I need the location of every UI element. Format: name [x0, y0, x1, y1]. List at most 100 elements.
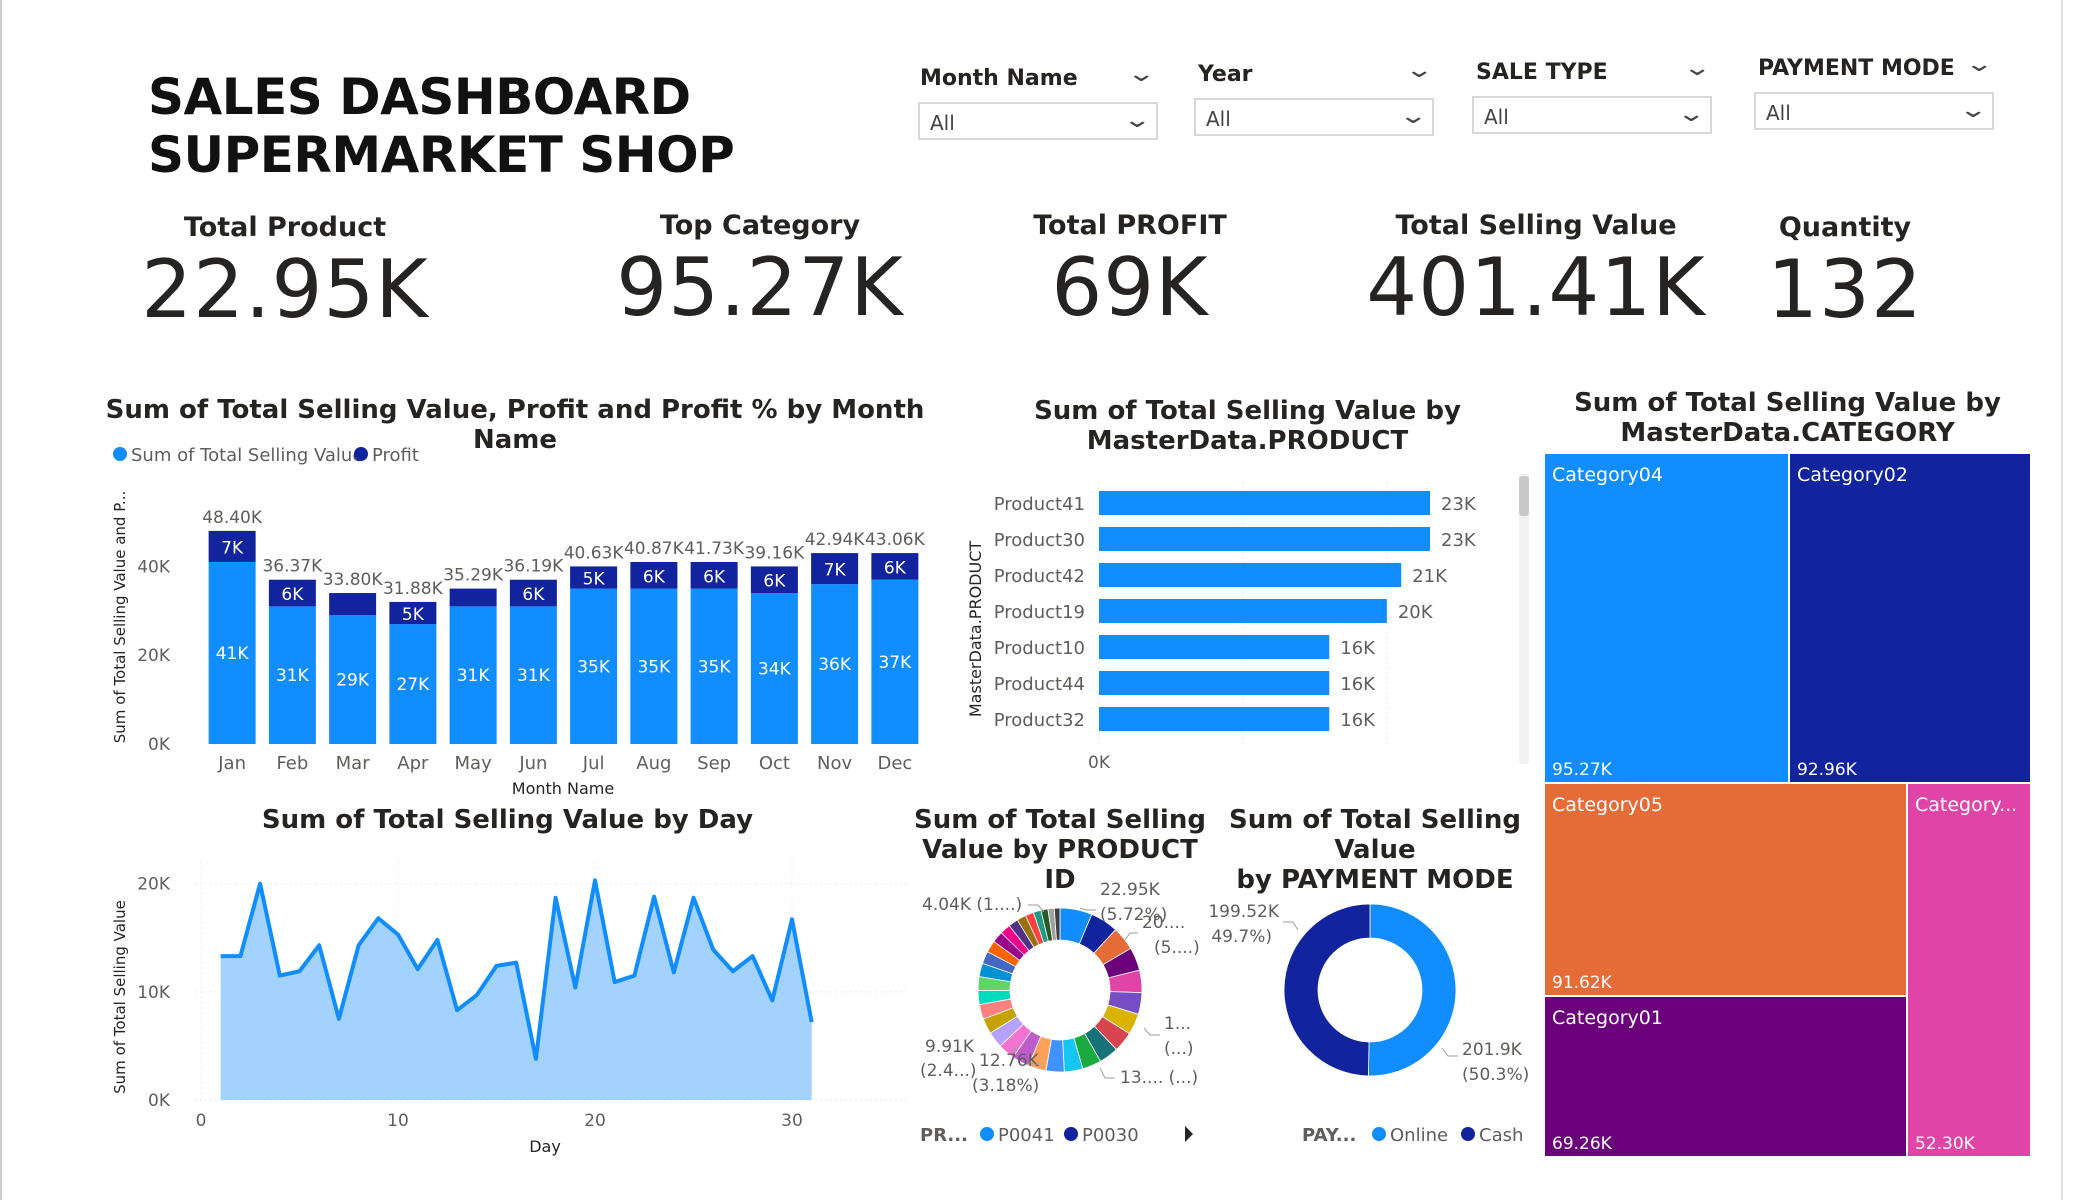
x-tick-label: Nov — [817, 753, 852, 774]
kpi-value: 132 — [1767, 243, 1923, 336]
x-tick-label: Dec — [877, 753, 912, 774]
area-fill — [220, 880, 812, 1100]
bar-label-profit: 6K — [703, 567, 726, 587]
x-tick-label: Feb — [276, 753, 308, 774]
bar-label-profit: 6K — [281, 585, 304, 605]
month-name-dropdown[interactable]: All ⌄ — [918, 102, 1158, 140]
treemap-tile — [1545, 454, 1788, 782]
data-label: 4.04K (1....) — [922, 895, 1022, 915]
y-tick-label: Product44 — [994, 674, 1085, 695]
y-tick-label: Product19 — [994, 602, 1085, 623]
bar-label-selling: 27K — [396, 675, 430, 695]
bar-total-label: 48.40K — [202, 508, 263, 528]
bar-total-label: 40.87K — [624, 539, 685, 559]
data-label: 13.... (...) — [1120, 1068, 1198, 1088]
bar-label-selling: 31K — [276, 666, 310, 686]
x-tick-label: 0 — [196, 1111, 207, 1131]
product-chart[interactable]: Sum of Total Selling Value by MasterData… — [955, 392, 1540, 782]
bar — [1099, 635, 1330, 659]
chevron-down-icon: ⌄ — [1398, 104, 1428, 129]
x-tick-label: 10 — [387, 1111, 409, 1131]
x-tick-label: Jun — [518, 753, 547, 774]
data-label: 9.91K — [925, 1037, 975, 1057]
data-label: (3.18%) — [972, 1076, 1039, 1096]
slicer-month-name: Month Name ⌄ All ⌄ — [918, 62, 1158, 152]
product-chart-svg: Product41 23K Product30 23K Product42 21K Prod… — [966, 474, 1529, 773]
data-label: 201.9K — [1462, 1040, 1523, 1060]
kpi-label: Total PROFIT — [1033, 210, 1227, 241]
leader-line — [1099, 1067, 1115, 1079]
x-axis-label: Month Name — [512, 779, 614, 798]
month-chart-svg: Sum of Total Selling Value Profit 0K 20K 40K… — [111, 445, 926, 798]
x-tick-label: 30 — [781, 1111, 803, 1131]
y-axis-label: MasterData.PRODUCT — [966, 541, 985, 717]
leader-line — [1124, 932, 1138, 941]
year-dropdown[interactable]: All ⌄ — [1194, 98, 1434, 136]
bar-label-selling: 31K — [457, 666, 491, 686]
bar-label-selling: 41K — [216, 644, 250, 664]
legend-label: Online — [1390, 1125, 1448, 1146]
title-line-1: SALES DASHBOARD — [148, 68, 691, 126]
bar-label-profit: 6K — [643, 567, 666, 587]
y-axis-label: Sum of Total Selling Value — [111, 900, 129, 1094]
x-axis-label: Day — [529, 1137, 561, 1156]
y-tick-label: 0K — [148, 1091, 171, 1111]
bar-label-selling: 35K — [577, 657, 611, 677]
y-tick-label: 40K — [137, 557, 171, 577]
bar-label-profit: 6K — [763, 572, 786, 592]
x-tick-label: Apr — [397, 753, 429, 774]
x-tick-label: Sep — [697, 753, 731, 774]
bar-label-profit: 5K — [402, 605, 425, 625]
bar-total-label: 40.63K — [564, 543, 625, 563]
scrollbar-thumb — [1519, 476, 1529, 516]
leader-line — [1143, 1027, 1160, 1036]
bar-label-selling: 34K — [758, 660, 792, 680]
x-tick-label: Mar — [336, 753, 371, 774]
treemap-tile-name: Category04 — [1552, 464, 1663, 486]
chevron-down-icon[interactable]: ⌄ — [1964, 52, 1994, 77]
treemap-tile-value: 69.26K — [1552, 1134, 1613, 1154]
data-label: (...) — [1164, 1039, 1193, 1059]
bar-profit — [329, 593, 377, 616]
bar — [1099, 707, 1330, 731]
payment-mode-donut-svg: 201.9K (50.3%) 199.52K (49.7%) PAY... Online C… — [1210, 902, 1529, 1146]
day-chart[interactable]: Sum of Total Selling Value by Day 0K 10K 2… — [100, 800, 930, 1170]
y-tick-label: Product41 — [994, 494, 1085, 515]
y-tick-label: 10K — [137, 983, 171, 1003]
slicer-sale-type: SALE TYPE ⌄ All ⌄ — [1472, 56, 1712, 146]
legend-marker-selling — [113, 447, 127, 461]
bar-label-profit: 5K — [583, 570, 606, 590]
chevron-down-icon[interactable]: ⌄ — [1126, 62, 1156, 87]
data-label: 1... — [1164, 1014, 1191, 1034]
bar-total-label: 35.29K — [443, 566, 504, 586]
category-treemap[interactable]: Sum of Total Selling Value by MasterData… — [1545, 384, 2030, 1156]
bar-total-label: 33.80K — [323, 570, 384, 590]
sale-type-dropdown[interactable]: All ⌄ — [1472, 96, 1712, 134]
bar — [1099, 491, 1430, 515]
bar-total-label: 43.06K — [865, 530, 926, 550]
month-chart[interactable]: Sum of Total Selling Value, Profit and P… — [100, 392, 930, 802]
data-label: (49.7%) — [1210, 927, 1272, 947]
day-chart-svg: 0K 10K 20K 0 10 20 30 Day Sum of Total Selling V… — [111, 862, 910, 1156]
chevron-down-icon[interactable]: ⌄ — [1404, 58, 1434, 83]
bar-label: 16K — [1340, 638, 1376, 659]
y-tick-label: Product30 — [994, 530, 1085, 551]
treemap-tile-value: 92.96K — [1797, 760, 1858, 780]
chevron-down-icon: ⌄ — [1676, 102, 1706, 127]
data-label: (5....) — [1154, 938, 1200, 958]
y-tick-label: 20K — [137, 875, 171, 895]
y-tick-label: 20K — [137, 646, 171, 666]
bar-label-selling: 35K — [637, 657, 671, 677]
payment-mode-donut[interactable]: Sum of Total Selling Value by PAYMENT MO… — [1210, 800, 1540, 1160]
x-tick-label: Aug — [636, 753, 671, 774]
data-label: (50.3%) — [1462, 1065, 1529, 1085]
legend-marker — [980, 1127, 994, 1141]
chevron-down-icon[interactable]: ⌄ — [1682, 56, 1712, 81]
slicer-label: SALE TYPE — [1476, 60, 1608, 85]
bar-label: 21K — [1412, 566, 1448, 587]
dropdown-value: All — [930, 111, 955, 135]
payment-mode-dropdown[interactable]: All ⌄ — [1754, 92, 1994, 130]
chevron-down-icon: ⌄ — [1122, 108, 1152, 133]
bar — [1099, 563, 1402, 587]
product-id-donut[interactable]: Sum of Total Selling Value by PRODUCT ID… — [910, 800, 1210, 1160]
